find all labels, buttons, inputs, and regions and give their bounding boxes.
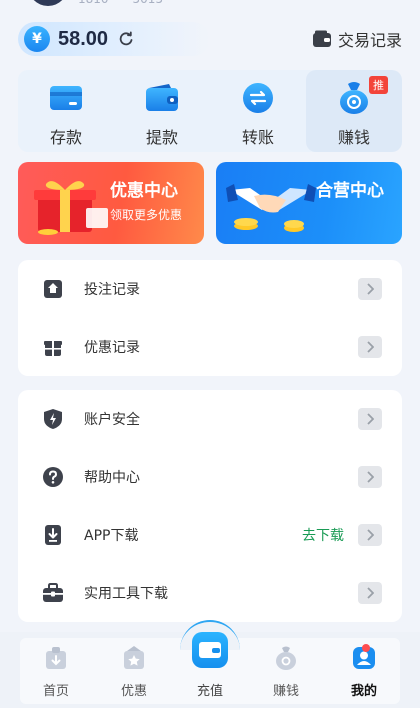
account-security-label: 账户安全 — [84, 412, 140, 428]
betting-record-icon — [42, 278, 64, 300]
handshake-icon — [226, 184, 316, 232]
nav-recharge-label[interactable]: 充值 — [180, 680, 240, 699]
money-bag-icon — [272, 644, 300, 672]
deposit-label: 存款 — [49, 128, 82, 147]
balance-amount: 58.00 — [58, 27, 109, 50]
promo-record-row[interactable]: 优惠记录 — [18, 318, 402, 376]
withdraw-label: 提款 — [145, 128, 178, 147]
nav-mine-label: 我的 — [350, 684, 377, 699]
nav-discount[interactable]: 优惠 — [104, 644, 164, 699]
download-icon — [42, 524, 64, 546]
recharge-button[interactable] — [192, 632, 228, 668]
money-bag-icon — [334, 80, 374, 116]
recommend-badge: 推 — [369, 76, 388, 94]
home-icon — [42, 644, 70, 672]
profile-header: 1810****5015 — [0, 0, 420, 14]
account-security-row[interactable]: 账户安全 — [18, 390, 402, 448]
card-icon — [46, 80, 86, 116]
nav-home-label: 首页 — [42, 684, 69, 699]
avatar[interactable] — [28, 0, 68, 6]
withdraw-button[interactable]: 提款 — [114, 70, 210, 152]
nav-earn-label: 赚钱 — [272, 684, 299, 699]
nav-discount-label: 优惠 — [120, 684, 147, 699]
toolbox-icon — [42, 582, 64, 604]
help-icon — [42, 466, 64, 488]
help-center-row[interactable]: 帮助中心 — [18, 448, 402, 506]
promo-record-label: 优惠记录 — [84, 340, 140, 356]
chevron-right-icon — [358, 278, 382, 300]
tools-download-row[interactable]: 实用工具下载 — [18, 564, 402, 622]
chevron-right-icon — [358, 336, 382, 358]
transfer-button[interactable]: 转账 — [210, 70, 306, 152]
deals-center-banner[interactable]: 优惠中心 领取更多优惠 — [18, 162, 204, 244]
earn-button[interactable]: 推 赚钱 — [306, 70, 402, 152]
deposit-button[interactable]: 存款 — [18, 70, 114, 152]
nav-home[interactable]: 首页 — [26, 644, 86, 699]
transaction-record-label: 交易记录 — [337, 31, 402, 50]
nav-mine[interactable]: 我的 — [334, 644, 394, 699]
notification-dot — [362, 644, 370, 652]
records-group: 投注记录 优惠记录 — [18, 260, 402, 376]
chevron-right-icon — [358, 408, 382, 430]
settings-group: 账户安全 帮助中心 APP下载 去下载 实用工具下载 — [18, 390, 402, 622]
gift-box-icon — [34, 181, 108, 235]
balance-display: ¥ 58.00 — [18, 22, 210, 56]
app-download-row[interactable]: APP下载 去下载 — [18, 506, 402, 564]
discount-icon — [120, 644, 148, 672]
help-center-label: 帮助中心 — [84, 470, 140, 486]
betting-record-row[interactable]: 投注记录 — [18, 260, 402, 318]
earn-label: 赚钱 — [337, 128, 370, 147]
nav-earn[interactable]: 赚钱 — [256, 644, 316, 699]
wallet-icon — [312, 30, 331, 47]
profile-icon — [350, 644, 378, 672]
chevron-right-icon — [358, 582, 382, 604]
wallet-icon — [142, 80, 182, 116]
bottom-nav: 首页 优惠 充值 赚钱 我的 — [0, 620, 420, 708]
quick-actions: 存款 提款 转账 推 赚钱 — [18, 70, 402, 152]
chevron-right-icon — [358, 466, 382, 488]
shield-icon — [42, 408, 64, 430]
transfer-label: 转账 — [241, 128, 274, 147]
app-download-label: APP下载 — [84, 528, 139, 544]
partner-center-banner[interactable]: 合营中心 — [216, 162, 402, 244]
chevron-right-icon — [358, 524, 382, 546]
transfer-icon — [238, 80, 278, 116]
user-id: 1810****5015 — [78, 0, 163, 6]
recharge-icon — [199, 642, 221, 658]
partner-center-title: 合营中心 — [316, 181, 384, 201]
deals-center-title: 优惠中心 — [110, 181, 178, 201]
betting-record-label: 投注记录 — [84, 282, 140, 298]
transaction-record-link[interactable]: 交易记录 — [312, 26, 402, 52]
yen-icon: ¥ — [24, 26, 50, 52]
deals-center-subtitle: 领取更多优惠 — [110, 208, 183, 222]
refresh-icon[interactable] — [118, 31, 134, 47]
gift-icon — [42, 336, 64, 358]
tools-download-label: 实用工具下载 — [84, 586, 168, 602]
go-download-link[interactable]: 去下载 — [302, 525, 344, 545]
